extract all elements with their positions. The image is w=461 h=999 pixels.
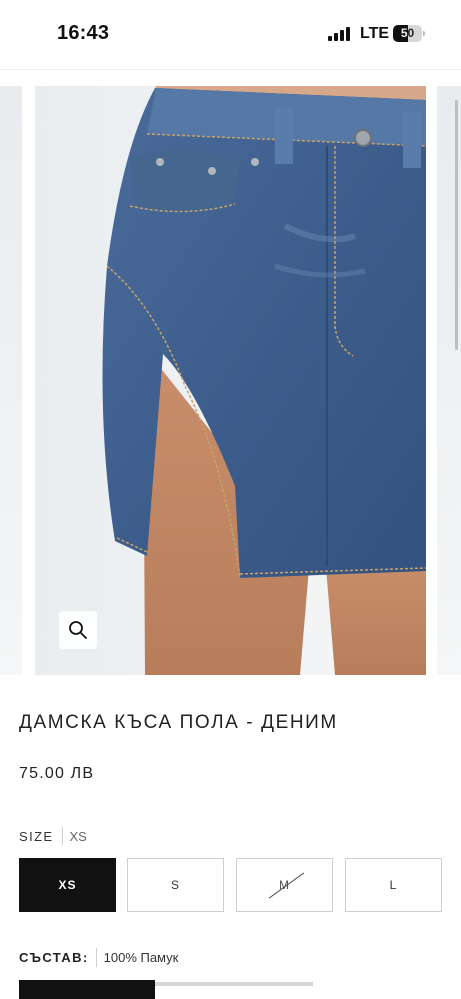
battery-level: 50 (400, 26, 415, 40)
size-option-l[interactable]: L (345, 858, 442, 912)
size-label: SIZE (19, 828, 54, 844)
size-header: SIZE XS (19, 827, 87, 845)
search-icon (69, 621, 87, 639)
divider (95, 948, 97, 967)
size-option-s[interactable]: S (127, 858, 224, 912)
add-to-cart-button[interactable] (19, 980, 155, 999)
composition-value: 100% Памук (103, 950, 179, 965)
unavailable-strike (268, 872, 305, 899)
size-option-label: XS (58, 878, 77, 892)
product-title: ДАМСКА КЪСА ПОЛА - ДЕНИМ (19, 712, 338, 733)
network-type: LTE (360, 25, 390, 42)
composition-row: СЪСТАВ: 100% Памук (19, 948, 178, 967)
composition-label: СЪСТАВ: (19, 950, 89, 965)
status-bar: 16:43 LTE 50 (0, 0, 461, 70)
divider (61, 827, 63, 845)
selected-size-value: XS (69, 828, 87, 844)
product-price: 75.00 ЛВ (19, 765, 95, 782)
denim-skirt-illustration (35, 86, 426, 675)
status-time: 16:43 (57, 22, 110, 44)
header-divider (0, 69, 461, 70)
product-image[interactable] (35, 86, 426, 675)
size-option-label: S (170, 878, 180, 892)
size-option-xs[interactable]: XS (19, 858, 116, 912)
signal-icon (328, 27, 352, 41)
battery-icon: 50 (393, 25, 425, 42)
size-option-m[interactable]: M (236, 858, 333, 912)
zoom-button[interactable] (59, 611, 97, 649)
page-scrollbar[interactable] (455, 100, 458, 350)
product-gallery[interactable] (0, 86, 461, 675)
previous-image-peek[interactable] (0, 86, 22, 675)
size-option-label: L (389, 878, 398, 892)
